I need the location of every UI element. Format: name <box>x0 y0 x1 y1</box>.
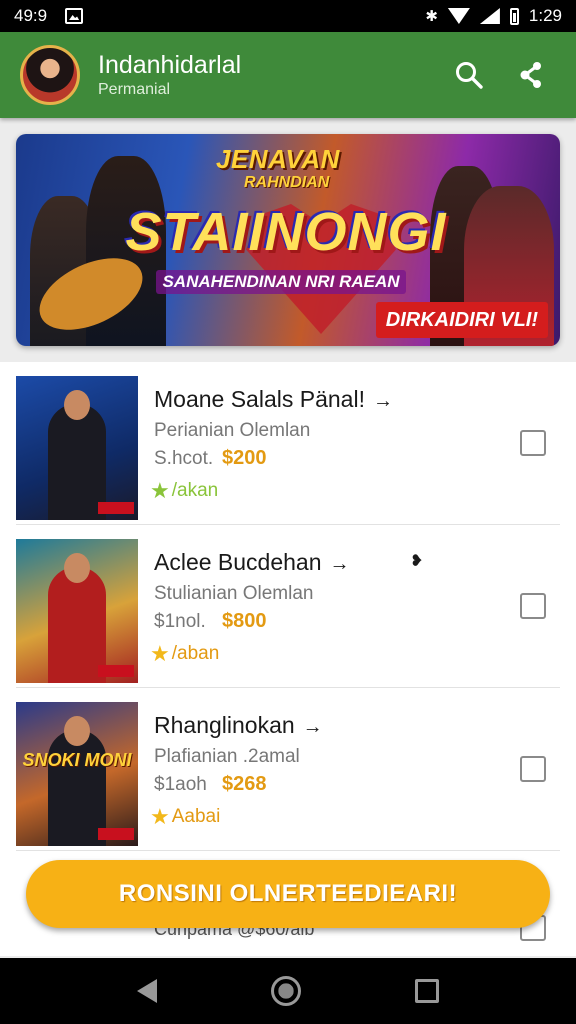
search-button[interactable] <box>444 50 494 100</box>
signal-icon <box>479 8 500 24</box>
thumbnail-title: SNOKI MONI <box>22 750 132 770</box>
list-item[interactable]: Aclee Bucdehan → ❥ Stulianian Olemlan $1n… <box>16 525 560 688</box>
item-stock: $1nol. <box>154 611 206 632</box>
share-icon <box>520 62 541 88</box>
thumbnail-badge <box>98 665 134 677</box>
back-icon[interactable] <box>137 979 157 1003</box>
star-icon: ★ <box>150 641 170 666</box>
star-icon: ★ <box>150 478 170 503</box>
thumbnail-head <box>64 716 90 746</box>
item-title: Rhanglinokan → <box>154 712 323 739</box>
banner-tagline: SANAHENDINAN NRI RAEAN <box>156 270 406 294</box>
list-item[interactable]: Moane Salals Pänal! → Perianian Olemlan S… <box>16 362 560 525</box>
item-checkbox[interactable] <box>520 430 546 456</box>
item-stock: $1aoh <box>154 774 207 795</box>
item-price: $268 <box>222 773 267 795</box>
promo-banner[interactable]: JENAVAN RAHNDIAN STAIINONGI SANAHENDINAN… <box>16 134 560 346</box>
item-rating: ★ Aabai <box>150 804 220 830</box>
status-bar: 49:9 ✱ 1:29 <box>0 0 576 32</box>
arrow-right-icon: → <box>329 553 350 575</box>
item-price: $800 <box>222 610 267 632</box>
item-thumbnail <box>16 376 138 520</box>
item-subtitle: Plafianian .2amal <box>154 746 300 767</box>
item-thumbnail: SNOKI MONI <box>16 702 138 846</box>
banner-small-subtitle: RAHNDIAN <box>244 174 330 191</box>
arrow-right-icon: → <box>372 390 393 412</box>
wifi-icon <box>447 8 470 24</box>
item-rating: ★ /aban <box>150 641 219 667</box>
banner-cta-button[interactable]: DIRKAIDIRI VLI! <box>375 302 548 338</box>
item-rating-text: /akan <box>171 480 219 501</box>
item-title: Moane Salals Pänal! → <box>154 386 393 413</box>
app-screen: 49:9 ✱ 1:29 Indanhidarlal Permanial JENA… <box>0 0 576 1024</box>
item-rating: ★ /akan <box>150 478 218 504</box>
item-rating-text: Aabai <box>171 806 221 827</box>
item-title-text: Aclee Bucdehan <box>154 549 322 575</box>
thumbnail-badge <box>98 502 134 514</box>
banner-small-title: JENAVAN <box>216 144 340 174</box>
item-title: Aclee Bucdehan → <box>154 549 350 576</box>
status-time-right: 1:29 <box>528 6 562 25</box>
item-title-text: Rhanglinokan <box>154 712 295 738</box>
app-subtitle: Permanial <box>98 81 171 98</box>
item-stock: S.hcot. <box>154 448 214 469</box>
app-bar: Indanhidarlal Permanial <box>0 32 576 118</box>
share-button[interactable] <box>506 50 556 100</box>
battery-icon <box>509 7 519 25</box>
app-title-group: Indanhidarlal Permanial <box>98 50 432 100</box>
item-checkbox[interactable] <box>520 756 546 782</box>
search-icon <box>456 62 483 89</box>
app-title: Indanhidarlal <box>98 51 242 79</box>
item-title-text: Moane Salals Pänal! <box>154 386 365 412</box>
gallery-icon <box>65 8 84 24</box>
home-icon[interactable] <box>271 976 301 1006</box>
item-subtitle: Stulianian Olemlan <box>154 583 314 604</box>
item-checkbox[interactable] <box>520 593 546 619</box>
thumbnail-badge <box>98 828 134 840</box>
status-time-left: 49:9 <box>14 6 48 25</box>
avatar[interactable] <box>20 45 80 105</box>
item-subtitle: Perianian Olemlan <box>154 420 311 441</box>
star-icon: ★ <box>150 804 170 829</box>
banner-title: STAIINONGI <box>125 202 447 262</box>
item-thumbnail <box>16 539 138 683</box>
arrow-right-icon: → <box>302 716 323 738</box>
list-item[interactable]: SNOKI MONI Rhanglinokan → Plafianian .2am… <box>16 688 560 851</box>
item-rating-text: /aban <box>171 643 220 664</box>
thumbnail-head <box>64 390 90 420</box>
bluetooth-icon: ✱ <box>425 7 438 25</box>
primary-cta-button[interactable]: RONSINI OLNERTEEDIEARI! <box>26 860 550 928</box>
thumbnail-head <box>64 553 90 583</box>
recent-apps-icon[interactable] <box>415 979 439 1003</box>
system-nav-bar <box>0 958 576 1024</box>
pin-icon: ❥ <box>410 553 424 570</box>
item-price: $200 <box>222 447 267 469</box>
